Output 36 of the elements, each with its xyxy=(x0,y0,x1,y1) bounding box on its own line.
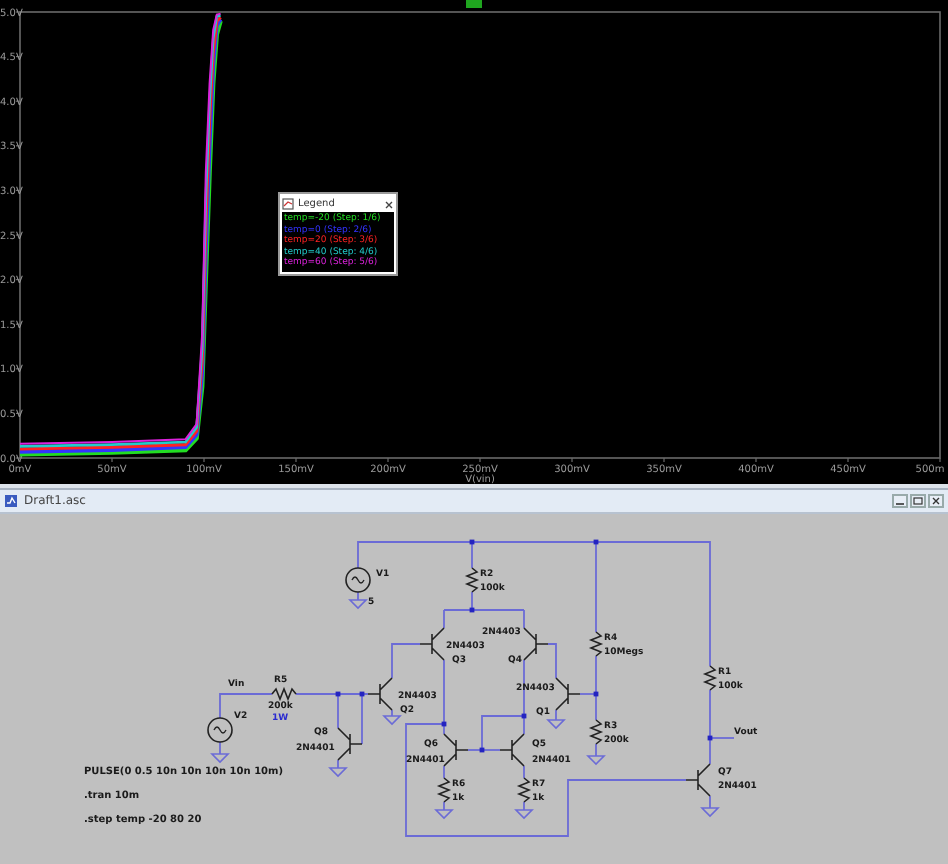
voltage-source-symbol[interactable] xyxy=(345,567,371,593)
ground-symbol xyxy=(514,809,534,820)
transistor-symbol[interactable] xyxy=(443,733,469,767)
resistor-symbol[interactable] xyxy=(436,777,452,803)
ground-symbol xyxy=(546,719,566,730)
voltage-source-symbol[interactable] xyxy=(207,717,233,743)
wire xyxy=(337,759,339,769)
restore-icon[interactable] xyxy=(910,493,926,508)
transistor-symbol[interactable] xyxy=(499,733,525,767)
resistor-symbol[interactable] xyxy=(588,631,604,657)
transistor-symbol[interactable] xyxy=(367,677,393,711)
close-icon[interactable] xyxy=(928,493,944,508)
ground-symbol xyxy=(434,809,454,820)
ground-symbol xyxy=(328,767,348,778)
resistor-symbol[interactable] xyxy=(271,686,297,702)
wire xyxy=(391,709,393,717)
schematic-icon xyxy=(4,493,18,508)
transistor-symbol[interactable] xyxy=(419,627,445,661)
transistor-symbol[interactable] xyxy=(685,763,711,797)
ground-symbol xyxy=(382,715,402,726)
resistor-symbol[interactable] xyxy=(702,665,718,691)
resistor-symbol[interactable] xyxy=(464,567,480,593)
transistor-symbol[interactable] xyxy=(555,677,581,711)
ground-symbol xyxy=(700,807,720,818)
transistor-symbol[interactable] xyxy=(523,627,549,661)
resistor-symbol[interactable] xyxy=(516,777,532,803)
transistor-symbol[interactable] xyxy=(337,727,363,761)
minimize-icon[interactable] xyxy=(892,493,908,508)
ground-symbol xyxy=(210,753,230,764)
close-icon[interactable] xyxy=(384,199,394,209)
ground-symbol xyxy=(348,599,368,610)
cursor-marker[interactable] xyxy=(466,0,482,8)
ground-symbol xyxy=(586,755,606,766)
resistor-symbol[interactable] xyxy=(588,719,604,745)
wire xyxy=(709,795,711,809)
wire xyxy=(219,741,221,755)
